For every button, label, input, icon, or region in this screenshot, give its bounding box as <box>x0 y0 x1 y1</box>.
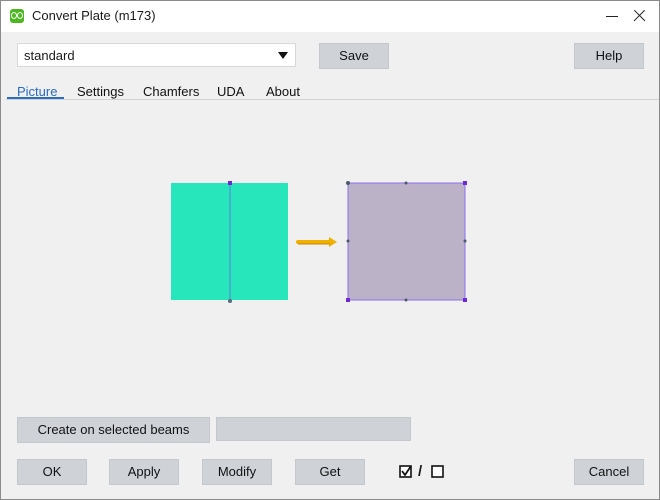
result-handle-tl <box>346 181 350 185</box>
result-handle-bottom-mid <box>404 298 408 302</box>
modify-button[interactable]: Modify <box>202 459 272 485</box>
conversion-arrow-icon <box>296 237 337 247</box>
checkbox-unchecked-icon[interactable] <box>431 465 444 478</box>
result-handle-top-mid <box>404 181 408 185</box>
convert-plate-dialog: Convert Plate (m173) standard Save Help … <box>0 0 660 500</box>
ok-button[interactable]: OK <box>17 459 87 485</box>
source-handle-top <box>228 181 232 185</box>
result-handle-bl <box>346 298 350 302</box>
toggle-separator: / <box>418 463 423 480</box>
picture-panel <box>171 181 467 303</box>
result-handle-left-mid <box>346 239 350 243</box>
result-handle-tr <box>463 181 467 185</box>
source-handle-bottom <box>228 299 232 303</box>
create-on-selected-beams-button[interactable]: Create on selected beams <box>17 417 210 443</box>
checkbox-checked-icon[interactable] <box>399 465 412 478</box>
create-field[interactable] <box>216 417 411 441</box>
result-handle-br <box>463 298 467 302</box>
result-handle-right-mid <box>463 239 467 243</box>
result-plate-shape <box>347 182 466 301</box>
apply-button[interactable]: Apply <box>109 459 179 485</box>
toggle-selection: / <box>399 463 447 481</box>
get-button[interactable]: Get <box>295 459 365 485</box>
cancel-button[interactable]: Cancel <box>574 459 644 485</box>
